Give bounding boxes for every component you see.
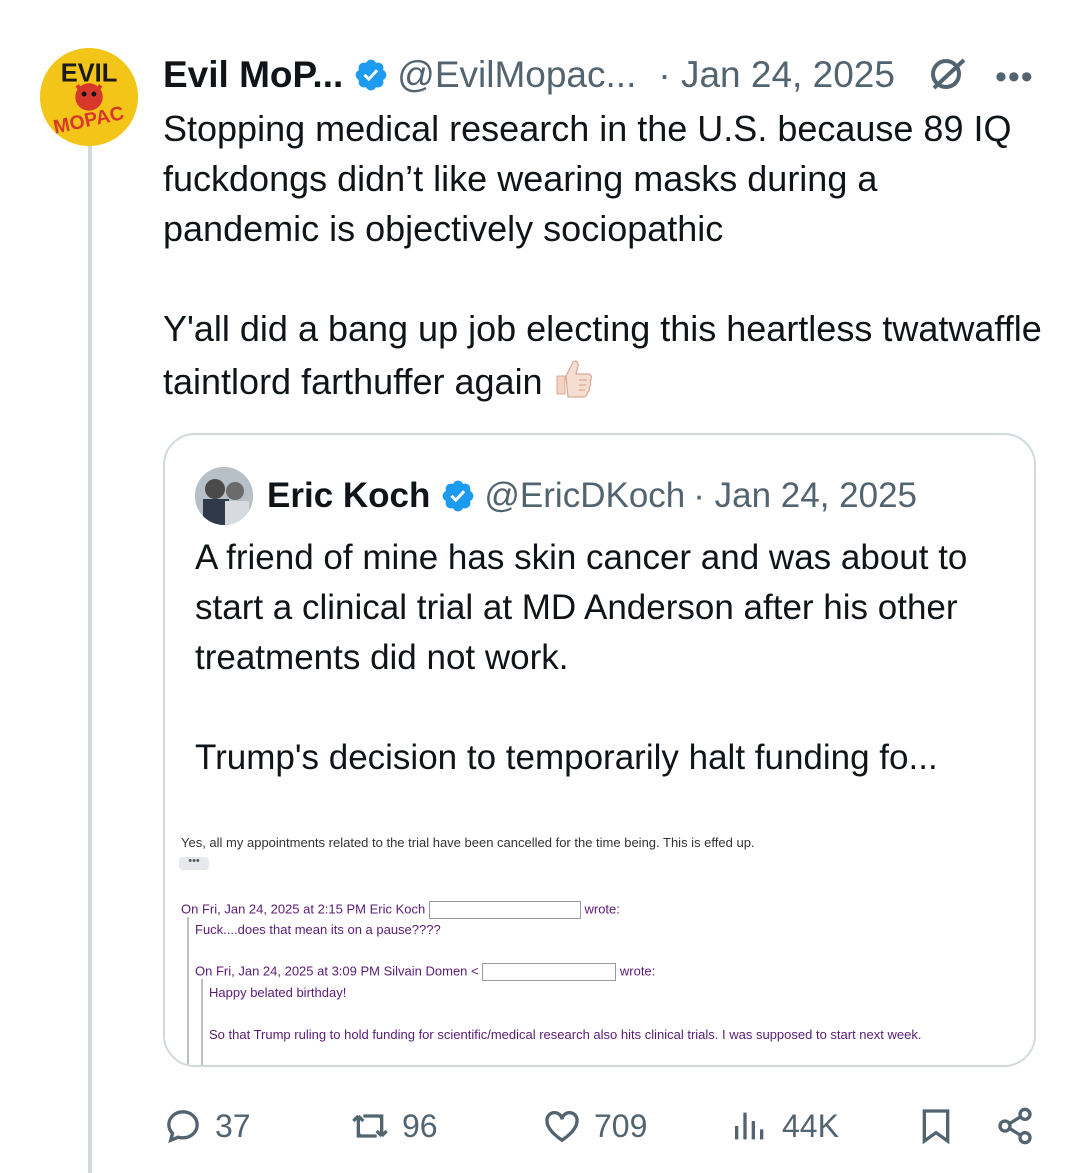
email-reply-body: So that Trump ruling to hold funding for…	[209, 1027, 922, 1042]
email-line: Yes, all my appointments related to the …	[181, 835, 755, 850]
quoted-paragraph: Trump's decision to temporarily halt fun…	[195, 738, 938, 777]
share-button[interactable]	[995, 1100, 1047, 1152]
email-reply-body: Happy belated birthday!	[209, 985, 347, 1000]
author-avatar[interactable]: EVIL MOPAC	[40, 48, 138, 146]
bookmark-icon	[922, 1109, 950, 1145]
like-button[interactable]: 709	[542, 1100, 647, 1152]
reply-icon	[167, 1110, 199, 1144]
quoted-tweet-header: Eric Koch @EricDKoch · Jan 24, 2025	[195, 467, 917, 525]
tweet-paragraph: Stopping medical research in the U.S. be…	[163, 108, 1012, 249]
email-reply-header: On Fri, Jan 24, 2025 at 3:09 PM Silvain …	[195, 963, 655, 981]
email-quote-bar	[187, 917, 189, 1065]
evil-mopac-logo: EVIL MOPAC	[40, 48, 138, 146]
svg-text:EVIL: EVIL	[61, 59, 118, 87]
like-count: 709	[594, 1107, 648, 1144]
quoted-paragraph: A friend of mine has skin cancer and was…	[195, 538, 968, 677]
repost-button[interactable]: 96	[350, 1100, 438, 1152]
repost-count: 96	[402, 1107, 438, 1144]
quoted-tweet[interactable]: Eric Koch @EricDKoch · Jan 24, 2025 A fr…	[163, 433, 1036, 1067]
reply-count: 37	[215, 1107, 251, 1144]
verified-badge-icon	[355, 59, 387, 91]
reply-button[interactable]: 37	[163, 1100, 251, 1152]
quoted-author-name: Eric Koch	[267, 476, 431, 515]
grok-icon[interactable]	[926, 52, 970, 96]
verified-badge-icon	[443, 480, 474, 512]
tweet-paragraph: Y'all did a bang up job electing this he…	[163, 308, 1042, 402]
views-count: 44K	[782, 1107, 839, 1144]
views-icon	[735, 1112, 764, 1140]
email-reply-body: Fuck....does that mean its on a pause???…	[195, 922, 441, 937]
email-reply-header: On Fri, Jan 24, 2025 at 2:15 PM Eric Koc…	[181, 901, 620, 919]
email-quote-bar	[201, 979, 203, 1065]
quoted-author-handle: @EricDKoch	[484, 476, 686, 515]
repost-icon	[352, 1114, 388, 1138]
email-screenshot[interactable]: Yes, all my appointments related to the …	[165, 823, 1034, 1065]
thumbs-up-icon	[556, 360, 592, 398]
tweet-header: Evil MoP... @EvilMopac... · Jan 24, 2025	[163, 50, 1045, 100]
heart-icon	[545, 1110, 579, 1143]
author-handle[interactable]: @EvilMopac...	[397, 54, 636, 96]
more-options-icon[interactable]: •••	[995, 58, 1034, 97]
share-icon	[998, 1107, 1032, 1145]
tweet-text: Stopping medical research in the U.S. be…	[163, 104, 1043, 407]
views-button[interactable]: 44K	[730, 1100, 839, 1152]
quoted-tweet-date: · Jan 24, 2025	[693, 476, 918, 515]
redacted-email	[428, 901, 581, 919]
redacted-email	[482, 963, 617, 981]
action-bar: 37 96 709 44K	[0, 1100, 1075, 1160]
avatar-photo	[195, 467, 253, 525]
thread-line	[88, 130, 92, 1173]
bookmark-button[interactable]	[916, 1100, 968, 1152]
quoted-tweet-text: A friend of mine has skin cancer and was…	[195, 533, 1015, 783]
tweet-date[interactable]: · Jan 24, 2025	[658, 54, 895, 96]
quoted-author-avatar	[195, 467, 253, 525]
author-name[interactable]: Evil MoP...	[163, 54, 343, 96]
email-dots: •••	[179, 856, 209, 870]
